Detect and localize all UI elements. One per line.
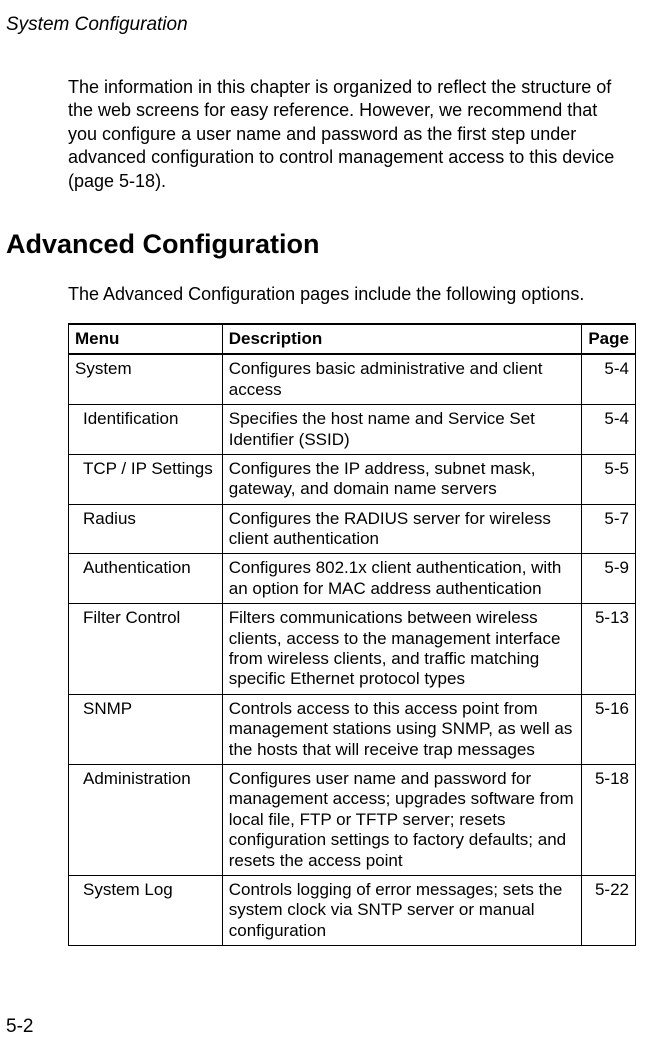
page-header: System Configuration bbox=[6, 14, 636, 36]
page-cell: 5-4 bbox=[582, 354, 636, 404]
table-row: TCP / IP SettingsConfigures the IP addre… bbox=[69, 454, 636, 504]
header-page: Page bbox=[582, 324, 636, 354]
intro-paragraph: The information in this chapter is organ… bbox=[68, 76, 630, 193]
menu-cell: TCP / IP Settings bbox=[69, 454, 223, 504]
header-description: Description bbox=[222, 324, 582, 354]
description-cell: Configures basic administrative and clie… bbox=[222, 354, 582, 404]
description-cell: Controls access to this access point fro… bbox=[222, 694, 582, 764]
table-row: SNMPControls access to this access point… bbox=[69, 694, 636, 764]
table-row: AdministrationConfigures user name and p… bbox=[69, 764, 636, 875]
page-cell: 5-9 bbox=[582, 554, 636, 604]
section-intro: The Advanced Configuration pages include… bbox=[68, 284, 630, 305]
page-cell: 5-4 bbox=[582, 405, 636, 455]
section-heading: Advanced Configuration bbox=[6, 229, 636, 260]
description-cell: Filters communications between wireless … bbox=[222, 604, 582, 695]
table-row: IdentificationSpecifies the host name an… bbox=[69, 405, 636, 455]
page-cell: 5-13 bbox=[582, 604, 636, 695]
menu-cell: Authentication bbox=[69, 554, 223, 604]
page-cell: 5-5 bbox=[582, 454, 636, 504]
table-row: Filter ControlFilters communications bet… bbox=[69, 604, 636, 695]
description-cell: Controls logging of error messages; sets… bbox=[222, 875, 582, 945]
menu-cell: System bbox=[69, 354, 223, 404]
description-cell: Configures the RADIUS server for wireles… bbox=[222, 504, 582, 554]
menu-cell: Administration bbox=[69, 764, 223, 875]
menu-cell: SNMP bbox=[69, 694, 223, 764]
page-cell: 5-22 bbox=[582, 875, 636, 945]
description-cell: Configures the IP address, subnet mask, … bbox=[222, 454, 582, 504]
page-cell: 5-7 bbox=[582, 504, 636, 554]
table-header-row: Menu Description Page bbox=[69, 324, 636, 354]
menu-cell: Radius bbox=[69, 504, 223, 554]
page-cell: 5-18 bbox=[582, 764, 636, 875]
page-cell: 5-16 bbox=[582, 694, 636, 764]
page-number: 5-2 bbox=[6, 1016, 33, 1038]
description-cell: Specifies the host name and Service Set … bbox=[222, 405, 582, 455]
table-row: System LogControls logging of error mess… bbox=[69, 875, 636, 945]
table-row: SystemConfigures basic administrative an… bbox=[69, 354, 636, 404]
menu-cell: Identification bbox=[69, 405, 223, 455]
options-table: Menu Description Page SystemConfigures b… bbox=[68, 323, 636, 946]
description-cell: Configures user name and password for ma… bbox=[222, 764, 582, 875]
menu-cell: Filter Control bbox=[69, 604, 223, 695]
table-row: RadiusConfigures the RADIUS server for w… bbox=[69, 504, 636, 554]
menu-cell: System Log bbox=[69, 875, 223, 945]
table-row: AuthenticationConfigures 802.1x client a… bbox=[69, 554, 636, 604]
header-menu: Menu bbox=[69, 324, 223, 354]
description-cell: Configures 802.1x client authentication,… bbox=[222, 554, 582, 604]
